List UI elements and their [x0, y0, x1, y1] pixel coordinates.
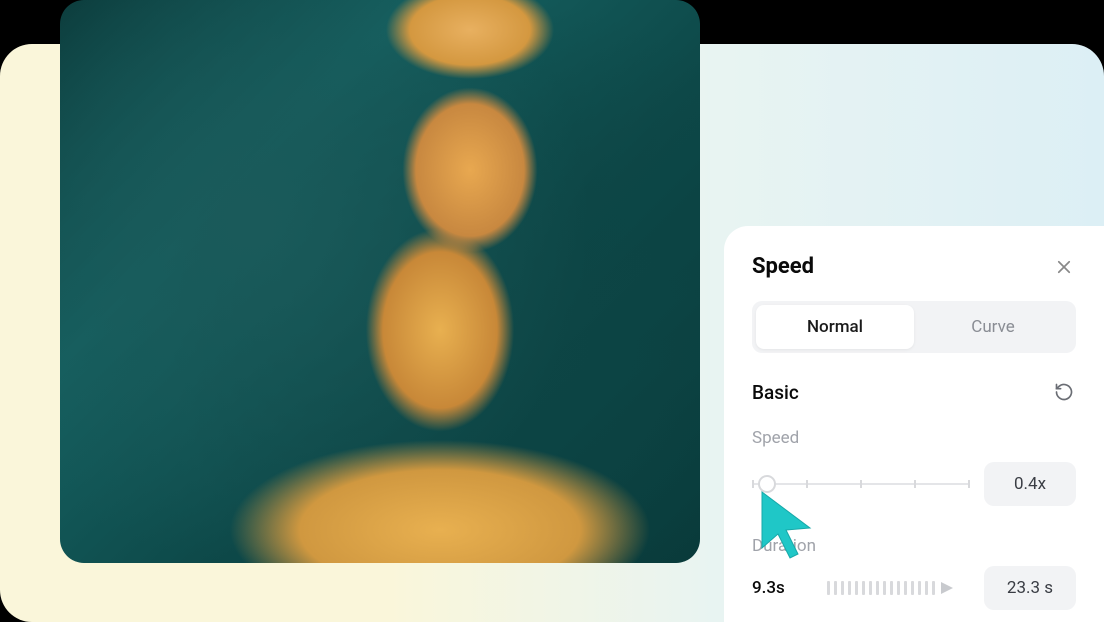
- play-arrow-icon: [941, 579, 953, 598]
- duration-row: 9.3s 23.3 s: [752, 566, 1076, 610]
- reset-icon: [1054, 382, 1074, 402]
- video-preview[interactable]: [60, 0, 700, 563]
- duration-start-value: 9.3s: [752, 578, 796, 598]
- speed-mode-tabs: Normal Curve: [752, 301, 1076, 353]
- reset-button[interactable]: [1054, 382, 1076, 404]
- tab-normal[interactable]: Normal: [756, 305, 914, 349]
- section-header: Basic: [752, 381, 1076, 404]
- speed-label: Speed: [752, 428, 1076, 448]
- speed-panel: Speed Normal Curve Basic Speed: [724, 226, 1104, 622]
- panel-title: Speed: [752, 254, 814, 279]
- speed-value[interactable]: 0.4x: [984, 462, 1076, 506]
- close-button[interactable]: [1052, 255, 1076, 279]
- speed-slider-thumb[interactable]: [758, 475, 776, 493]
- speed-slider[interactable]: [752, 474, 968, 494]
- duration-scrubber[interactable]: [810, 579, 970, 598]
- panel-header: Speed: [752, 254, 1076, 279]
- tab-curve[interactable]: Curve: [914, 305, 1072, 349]
- duration-label: Duration: [752, 536, 1076, 556]
- duration-end-value[interactable]: 23.3 s: [984, 566, 1076, 610]
- speed-row: 0.4x: [752, 462, 1076, 506]
- section-title: Basic: [752, 381, 799, 404]
- slider-line: [752, 483, 968, 485]
- close-icon: [1055, 258, 1073, 276]
